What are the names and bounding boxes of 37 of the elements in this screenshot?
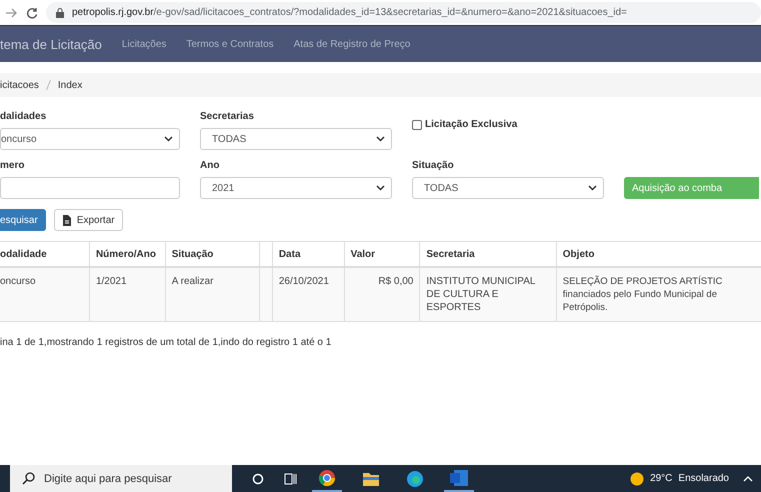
table-cell: 1/2021 — [96, 276, 127, 287]
brand-title[interactable]: tema de Licitação — [0, 36, 102, 52]
taskbar-search-field[interactable]: Digite aqui para pesquisar — [10, 465, 232, 492]
pagination-info: ina 1 de 1,mostrando 1 registros de um total de 1,indo do registro 1 até o 1 — [0, 337, 332, 348]
column-header: Objeto — [562, 248, 594, 260]
nav-link[interactable]: Termos e Contratos — [186, 38, 274, 50]
breadcrumb-item: Index — [58, 80, 82, 90]
table-cell: INSTITUTO MUNICIPAL DE CULTURA E ESPORTES — [426, 276, 536, 313]
table-cell: 26/10/2021 — [278, 276, 329, 287]
select-field[interactable]: 2021 — [200, 177, 392, 199]
column-header: Data — [278, 248, 301, 260]
column-header: odalidade — [0, 248, 47, 260]
table-cell: A realizar — [172, 276, 214, 287]
column-header: Valor — [350, 248, 376, 260]
column-header: Situação — [172, 248, 214, 260]
field-label: Ano — [200, 160, 220, 172]
search-button[interactable]: esquisar — [0, 209, 46, 231]
temperature-text: 29°C — [650, 473, 672, 484]
weather-text: Ensolarado — [678, 473, 729, 484]
export-button[interactable]: Exportar — [54, 209, 123, 231]
column-header: Secretaria — [426, 248, 475, 260]
checkbox-label: Licitação Exclusiva — [425, 119, 518, 131]
field-label: Secretarias — [200, 111, 255, 123]
nav-link[interactable]: Atas de Registro de Preço — [294, 38, 410, 50]
table-cell-text: SELEÇÃO DE PROJETOS ARTÍSTIC financiados pelo Fundo Municipal de Petrópolis. — [562, 275, 724, 314]
column-header: Número/Ano — [96, 248, 156, 260]
nav-link[interactable]: Licitações — [122, 38, 166, 50]
field-label: Situação — [412, 160, 455, 172]
table-cell: R$ 0,00 — [378, 276, 414, 287]
field-label: dalidades — [0, 111, 48, 123]
field-label: mero — [0, 160, 26, 172]
select-field[interactable]: TODAS — [412, 177, 604, 199]
select-field[interactable]: TODAS — [200, 128, 392, 150]
address-bar[interactable]: petropolis.rj.gov.br/e-gov/sad/licitacoes_contratos/?modalidades_id=13&secretarias_id=&numero=&ano=2021&situacoes_id= — [46, 2, 761, 23]
table-cell: oncurso — [0, 276, 36, 287]
breadcrumb-item[interactable]: icitacoes — [0, 80, 39, 90]
select-field[interactable]: oncurso — [0, 128, 180, 150]
